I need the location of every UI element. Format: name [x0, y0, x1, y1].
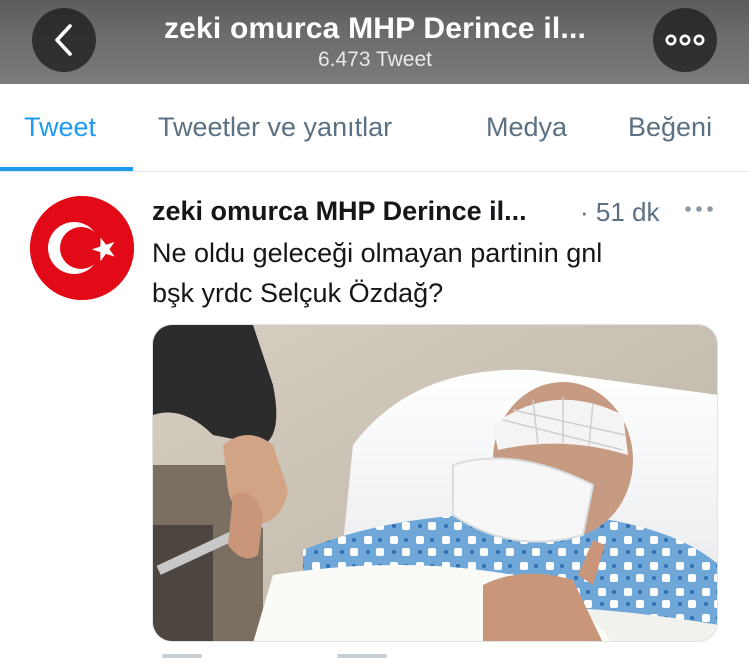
tweet-more-icon[interactable]: [684, 203, 714, 215]
tweet-text-line: bşk yrdc Selçuk Özdağ?: [152, 278, 444, 308]
tab-media[interactable]: Medya: [486, 112, 567, 143]
profile-header: zeki omurca MHP Derince il... 6.473 Twee…: [0, 0, 749, 84]
tweet-actions-partial: [162, 654, 387, 658]
tab-tweet[interactable]: Tweet: [24, 112, 96, 143]
chevron-left-icon: [55, 24, 72, 56]
tweet-text: Ne oldu geleceği olmayan partinin gnl bş…: [152, 233, 712, 313]
avatar[interactable]: [30, 196, 134, 300]
more-horizontal-icon: [665, 34, 705, 46]
tweet-count: 6.473 Tweet: [317, 48, 433, 71]
turkish-flag-icon: [30, 196, 134, 300]
profile-tabs: Tweet Tweetler ve yanıtlar Medya Beğeni: [0, 84, 749, 172]
tab-tweets-and-replies[interactable]: Tweetler ve yanıtlar: [158, 112, 392, 143]
more-button[interactable]: [653, 8, 717, 72]
tweet-text-line: Ne oldu geleceği olmayan partinin gnl: [152, 238, 603, 268]
tweet-author-name[interactable]: zeki omurca MHP Derince il...: [152, 196, 527, 227]
back-button[interactable]: [32, 8, 96, 72]
tweet-media-photo[interactable]: [152, 324, 718, 642]
active-tab-indicator: [0, 167, 133, 171]
header-title: zeki omurca MHP Derince il...: [163, 12, 587, 45]
tweet-timestamp[interactable]: · 51 dk: [580, 197, 660, 228]
tab-likes[interactable]: Beğeni: [628, 112, 712, 143]
photo-hospital-bed-icon: [153, 325, 717, 641]
